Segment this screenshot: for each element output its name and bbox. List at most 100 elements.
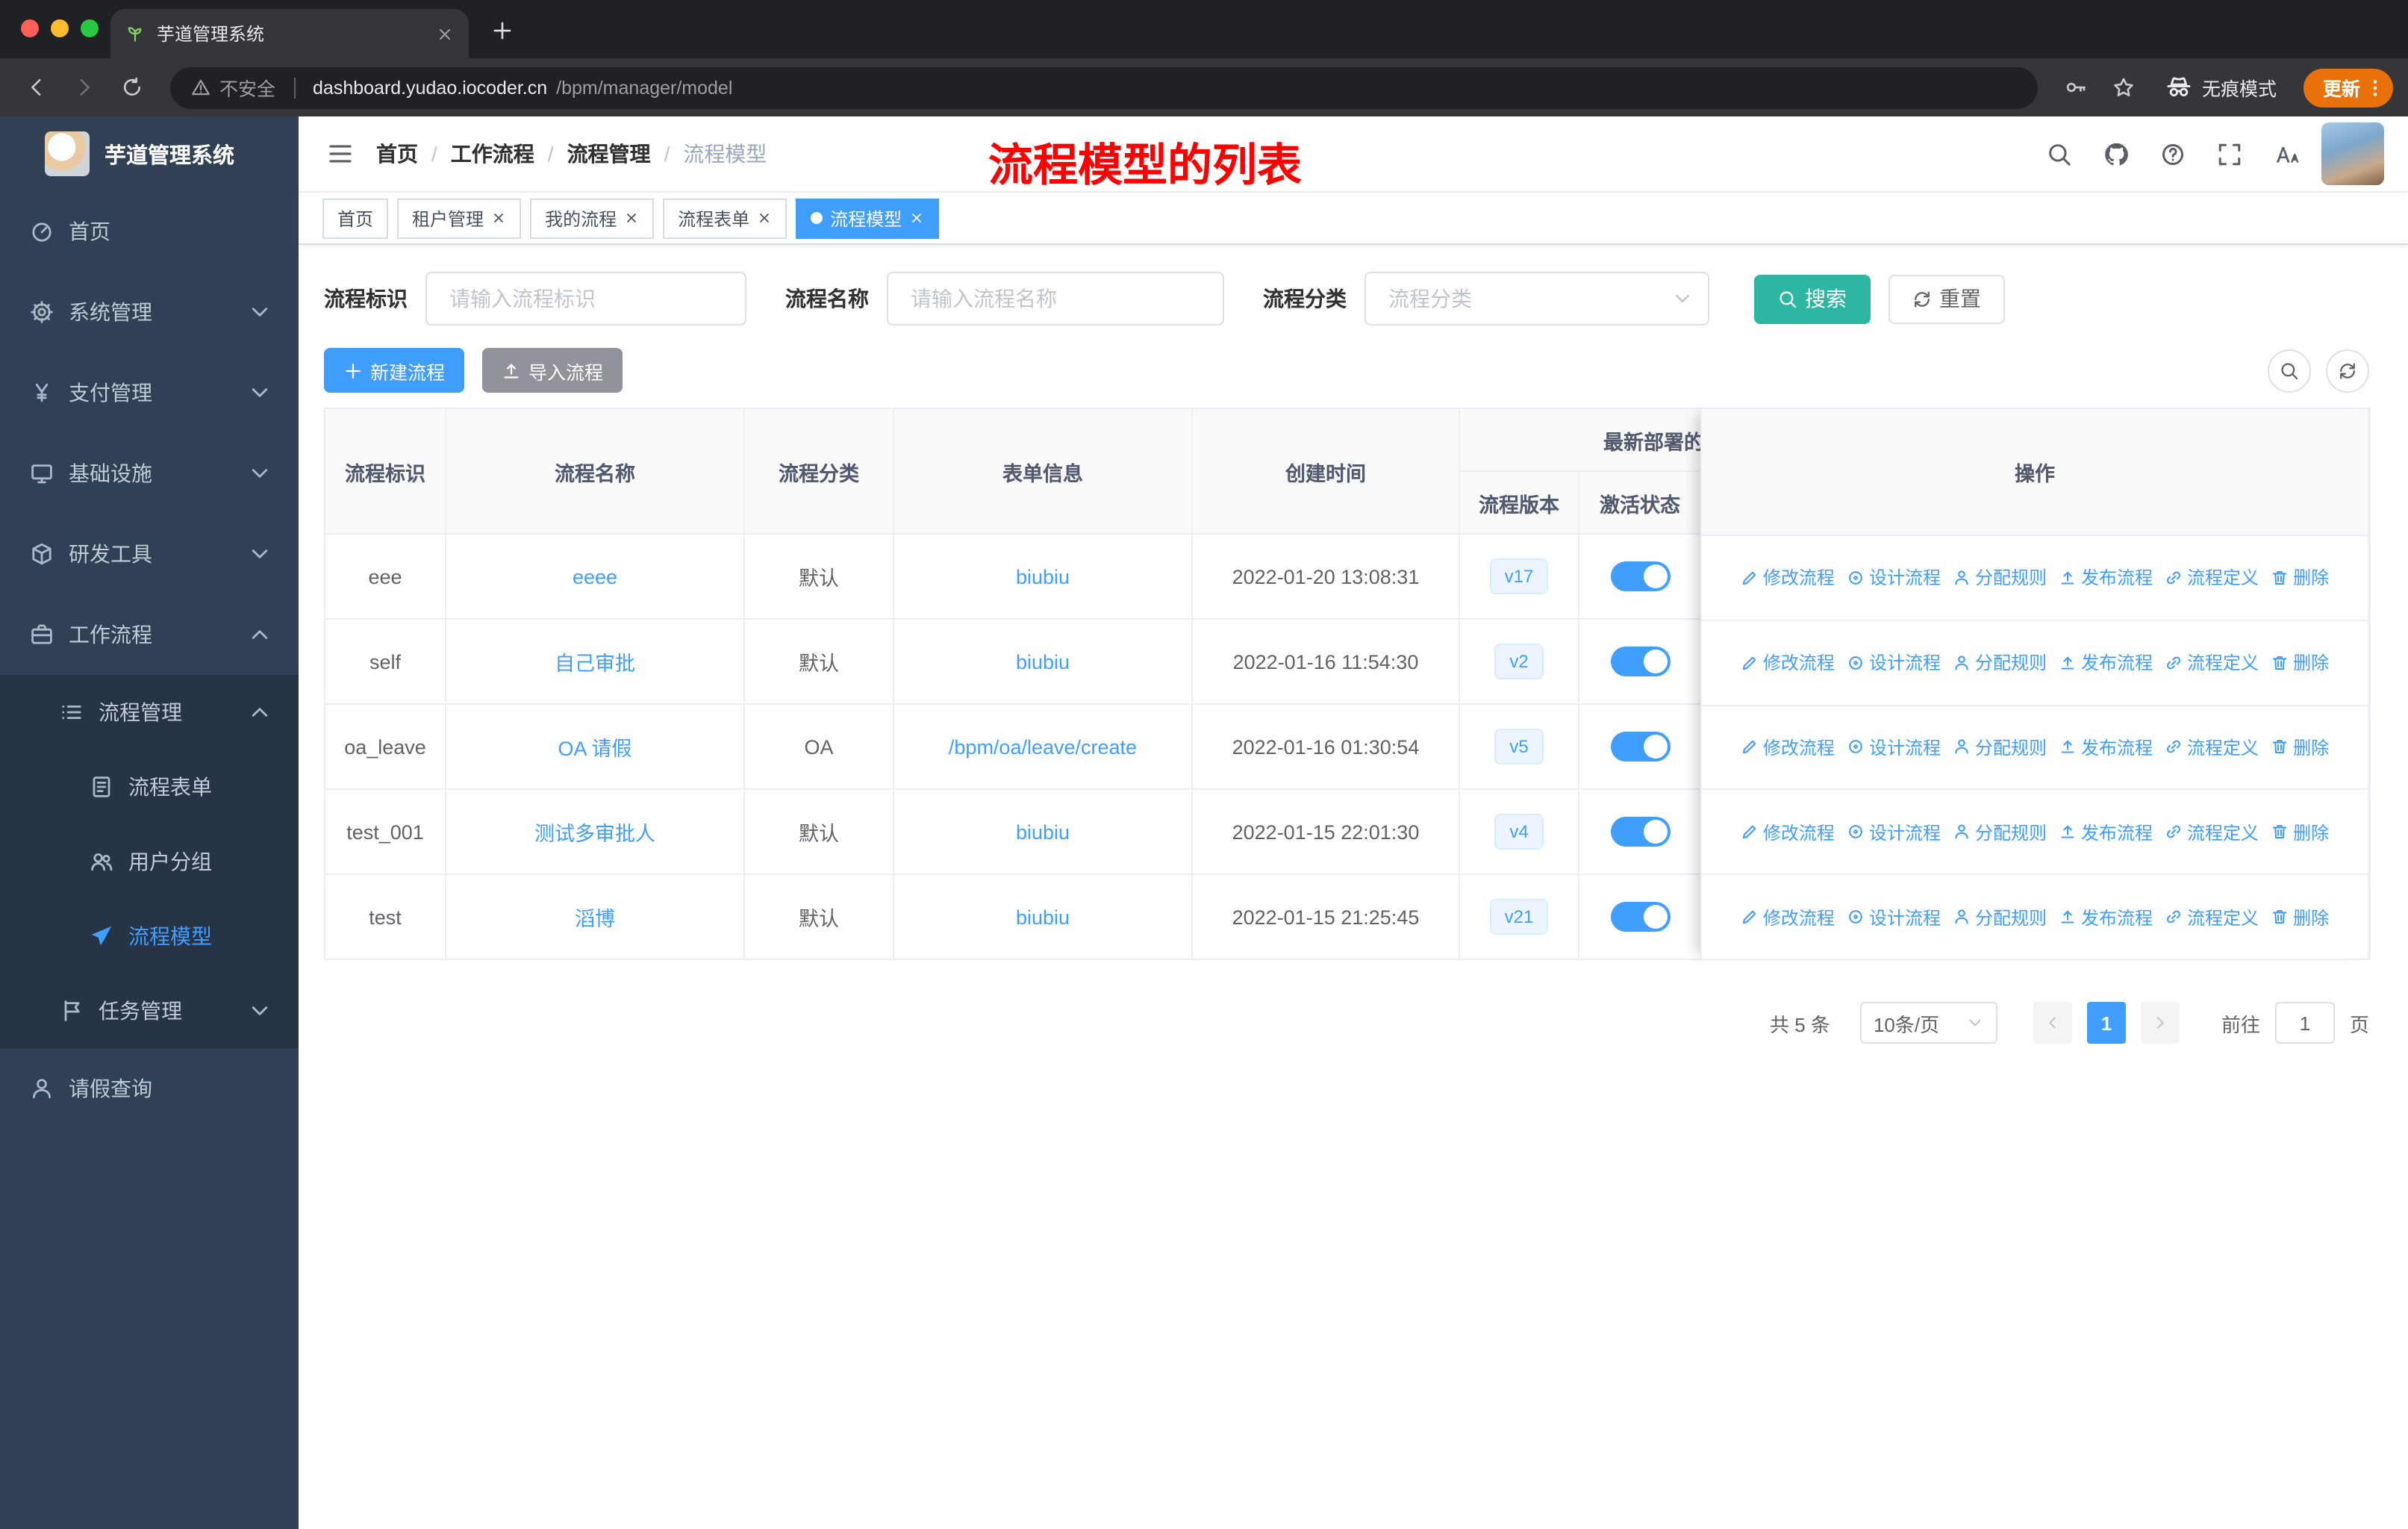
op-design-link[interactable]: 设计流程	[1847, 735, 1941, 760]
op-modify-link[interactable]: 修改流程	[1741, 820, 1835, 845]
view-tag[interactable]: 流程表单	[663, 198, 787, 238]
sidebar-item-process-model[interactable]: 流程模型	[0, 899, 299, 974]
op-assign-link[interactable]: 分配规则	[1953, 565, 2047, 591]
tag-close-icon[interactable]	[491, 211, 506, 225]
view-tag[interactable]: 流程模型	[796, 198, 940, 238]
form-info-link[interactable]: biubiu	[1016, 906, 1070, 928]
process-name-link[interactable]: OA 请假	[558, 738, 631, 760]
bookmark-star-icon[interactable]	[2103, 66, 2145, 108]
refresh-table-button[interactable]	[2326, 349, 2369, 392]
op-design-link[interactable]: 设计流程	[1847, 904, 1941, 929]
op-assign-link[interactable]: 分配规则	[1953, 904, 2047, 929]
password-manager-icon[interactable]	[2056, 66, 2097, 108]
reset-button[interactable]: 重置	[1888, 274, 2005, 323]
breadcrumb-item[interactable]: 首页	[376, 139, 418, 169]
op-deploy-link[interactable]: 发布流程	[2059, 820, 2153, 845]
tab-close-icon[interactable]	[436, 25, 454, 43]
op-delete-link[interactable]: 删除	[2271, 650, 2329, 675]
github-icon[interactable]	[2094, 133, 2136, 175]
op-modify-link[interactable]: 修改流程	[1741, 650, 1835, 675]
back-button[interactable]	[15, 66, 57, 108]
sidebar-item-process-form[interactable]: 流程表单	[0, 750, 299, 824]
help-icon[interactable]	[2151, 133, 2193, 175]
breadcrumb-item[interactable]: 流程管理	[567, 139, 651, 169]
form-info-link[interactable]: biubiu	[1016, 565, 1070, 588]
op-deploy-link[interactable]: 发布流程	[2059, 650, 2153, 675]
forward-button[interactable]	[63, 66, 105, 108]
op-design-link[interactable]: 设计流程	[1847, 650, 1941, 675]
op-definition-link[interactable]: 流程定义	[2165, 650, 2259, 675]
reload-button[interactable]	[110, 66, 152, 108]
toggle-search-button[interactable]	[2268, 349, 2311, 392]
op-delete-link[interactable]: 删除	[2271, 565, 2329, 591]
tag-close-icon[interactable]	[624, 211, 639, 225]
op-assign-link[interactable]: 分配规则	[1953, 650, 2047, 675]
sidebar-item-process-mgmt[interactable]: 流程管理	[0, 675, 299, 750]
chrome-menu-icon[interactable]	[2365, 77, 2386, 98]
op-definition-link[interactable]: 流程定义	[2165, 565, 2259, 591]
op-modify-link[interactable]: 修改流程	[1741, 904, 1835, 929]
form-info-link[interactable]: biubiu	[1016, 820, 1070, 843]
process-name-link[interactable]: 测试多审批人	[534, 823, 655, 845]
browser-tab[interactable]: 芋道管理系统	[110, 9, 469, 58]
sidebar-toggle-button[interactable]	[314, 127, 367, 181]
op-deploy-link[interactable]: 发布流程	[2059, 904, 2153, 929]
sidebar-item-task-mgmt[interactable]: 任务管理	[0, 974, 299, 1048]
active-status-toggle[interactable]	[1610, 817, 1670, 847]
active-status-toggle[interactable]	[1610, 647, 1670, 676]
op-modify-link[interactable]: 修改流程	[1741, 565, 1835, 591]
new-tab-button[interactable]	[484, 12, 520, 48]
process-name-link[interactable]: 滔博	[575, 908, 615, 930]
prev-page-button[interactable]	[2033, 1002, 2072, 1044]
op-definition-link[interactable]: 流程定义	[2165, 735, 2259, 760]
process-name-input[interactable]	[887, 272, 1224, 326]
sidebar-item-user-group[interactable]: 用户分组	[0, 824, 299, 899]
macos-zoom-button[interactable]	[81, 19, 99, 37]
op-deploy-link[interactable]: 发布流程	[2059, 735, 2153, 760]
op-assign-link[interactable]: 分配规则	[1953, 820, 2047, 845]
op-assign-link[interactable]: 分配规则	[1953, 735, 2047, 760]
macos-close-button[interactable]	[21, 19, 39, 37]
font-size-icon[interactable]	[2265, 133, 2306, 175]
sidebar-item-infra[interactable]: 基础设施	[0, 433, 299, 514]
chrome-update-button[interactable]: 更新	[2303, 68, 2393, 107]
process-name-link[interactable]: 自己审批	[555, 653, 635, 675]
tag-close-icon[interactable]	[909, 211, 924, 225]
category-select[interactable]: 流程分类	[1364, 272, 1709, 326]
breadcrumb-item[interactable]: 工作流程	[451, 139, 534, 169]
op-definition-link[interactable]: 流程定义	[2165, 820, 2259, 845]
tag-close-icon[interactable]	[757, 211, 772, 225]
active-status-toggle[interactable]	[1610, 902, 1670, 932]
sidebar-item-payment[interactable]: 支付管理	[0, 352, 299, 433]
user-avatar[interactable]	[2321, 122, 2384, 185]
view-tag[interactable]: 我的流程	[530, 198, 655, 238]
op-design-link[interactable]: 设计流程	[1847, 565, 1941, 591]
create-process-button[interactable]: 新建流程	[324, 348, 465, 393]
next-page-button[interactable]	[2140, 1002, 2180, 1044]
sidebar-item-system[interactable]: 系统管理	[0, 272, 299, 352]
op-definition-link[interactable]: 流程定义	[2165, 904, 2259, 929]
view-tag[interactable]: 租户管理	[397, 198, 522, 238]
sidebar-item-devtools[interactable]: 研发工具	[0, 514, 299, 594]
active-status-toggle[interactable]	[1610, 561, 1670, 591]
op-modify-link[interactable]: 修改流程	[1741, 735, 1835, 760]
op-deploy-link[interactable]: 发布流程	[2059, 565, 2153, 591]
address-bar[interactable]: 不安全 dashboard.yudao.iocoder.cn/bpm/manag…	[170, 66, 2038, 108]
page-number-button[interactable]: 1	[2086, 1002, 2126, 1044]
form-info-link[interactable]: /bpm/oa/leave/create	[949, 735, 1137, 758]
sidebar-item-workflow[interactable]: 工作流程	[0, 594, 299, 675]
op-design-link[interactable]: 设计流程	[1847, 820, 1941, 845]
sidebar-item-home[interactable]: 首页	[0, 191, 299, 272]
op-delete-link[interactable]: 删除	[2271, 820, 2329, 845]
import-process-button[interactable]: 导入流程	[482, 348, 623, 393]
page-size-select[interactable]: 10条/页	[1859, 1002, 1997, 1044]
view-tag[interactable]: 首页	[322, 198, 389, 238]
header-search-icon[interactable]	[2038, 133, 2080, 175]
op-delete-link[interactable]: 删除	[2271, 904, 2329, 929]
process-name-link[interactable]: eeee	[573, 565, 617, 588]
search-button[interactable]: 搜索	[1754, 274, 1871, 323]
goto-page-input[interactable]	[2274, 1002, 2335, 1044]
process-id-input[interactable]	[425, 272, 746, 326]
active-status-toggle[interactable]	[1610, 732, 1670, 762]
sidebar-item-leave-query[interactable]: 请假查询	[0, 1048, 299, 1129]
